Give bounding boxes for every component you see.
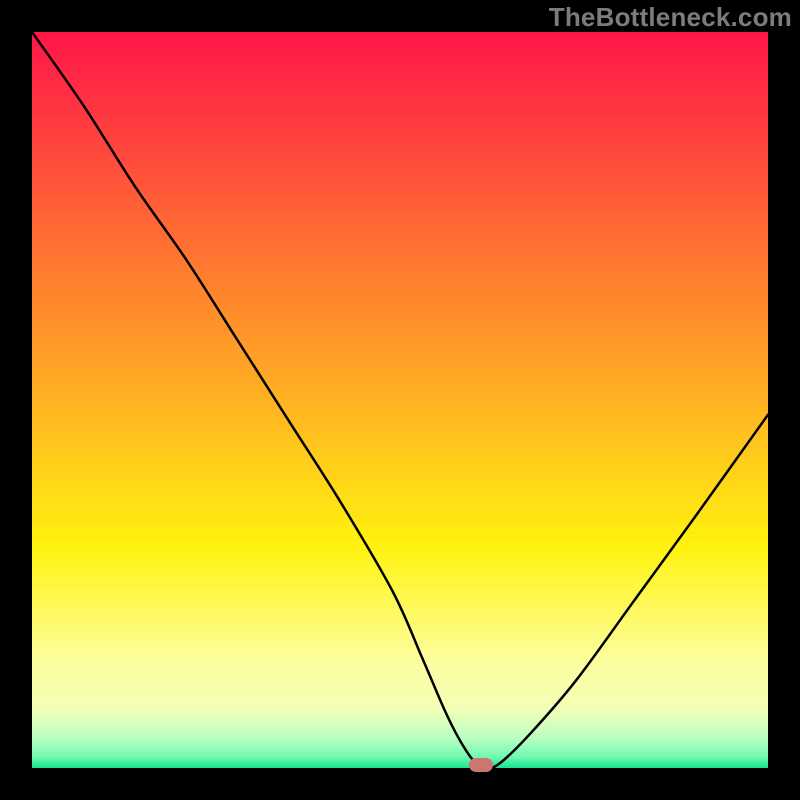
watermark: TheBottleneck.com xyxy=(549,2,792,33)
chart-curve xyxy=(32,32,768,768)
chart-plot-area xyxy=(32,32,768,768)
chart-svg xyxy=(32,32,768,768)
chart-marker xyxy=(469,758,493,772)
